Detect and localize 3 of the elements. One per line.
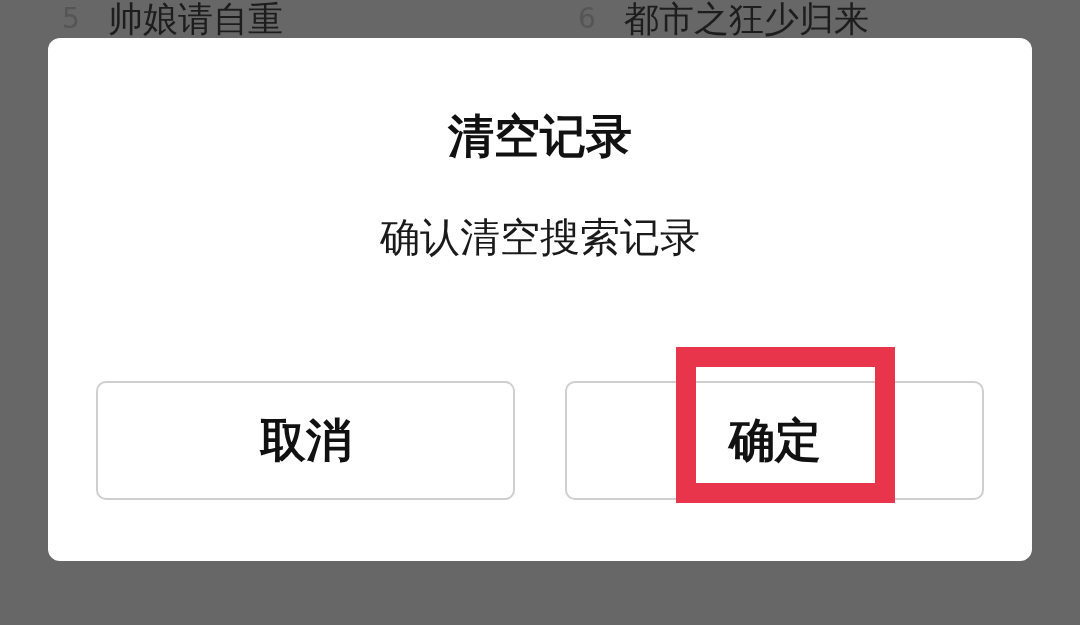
dialog-message: 确认清空搜索记录 xyxy=(380,213,700,261)
dialog-title: 清空记录 xyxy=(448,110,632,162)
cancel-button[interactable]: 取消 xyxy=(96,381,515,500)
